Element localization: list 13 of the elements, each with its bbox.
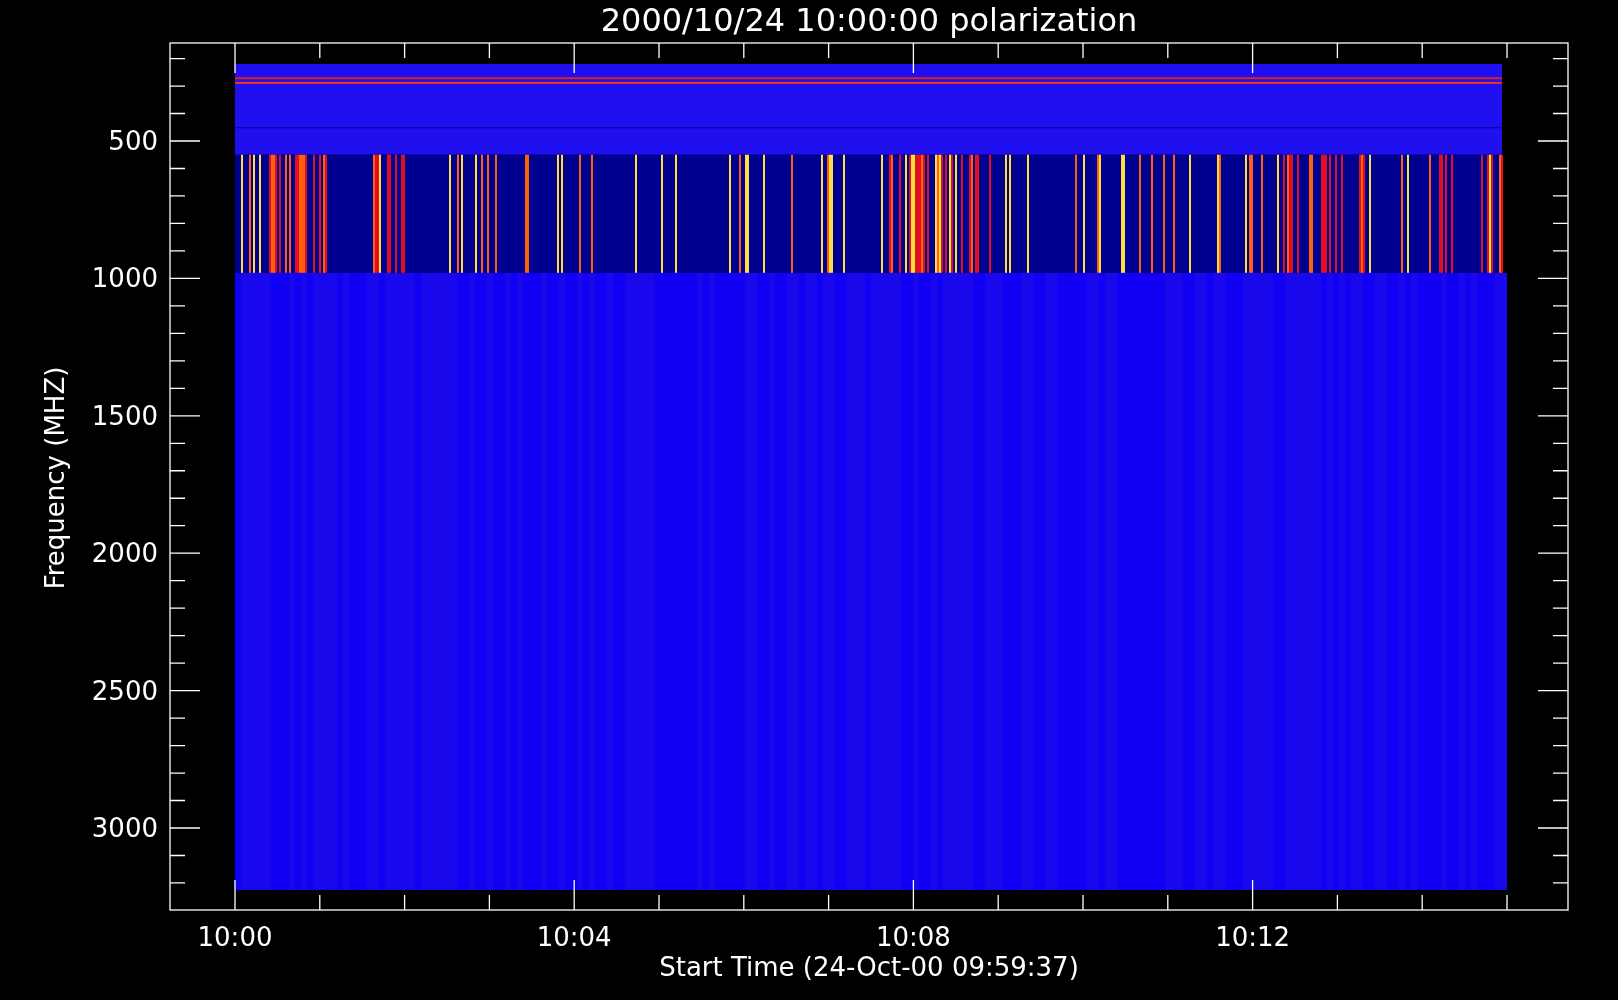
x-tick-label: 10:04 (536, 922, 612, 952)
y-tick-label: 1000 (91, 263, 158, 294)
plot-title: 2000/10/24 10:00:00 polarization (600, 1, 1138, 39)
x-tick-label: 10:12 (1215, 922, 1291, 952)
y-tick-label: 500 (108, 126, 158, 156)
y-axis-label: Frequency (MHZ) (40, 366, 70, 590)
y-tick-label: 1500 (91, 400, 158, 431)
x-tick-label: 10:08 (875, 922, 951, 952)
y-tick-label: 2000 (91, 538, 158, 569)
x-tick-label: 10:00 (197, 922, 273, 952)
x-axis-label: Start Time (24-Oct-00 09:59:37) (659, 952, 1079, 982)
y-tick-label: 2500 (91, 675, 158, 706)
y-tick-label: 3000 (91, 813, 158, 843)
